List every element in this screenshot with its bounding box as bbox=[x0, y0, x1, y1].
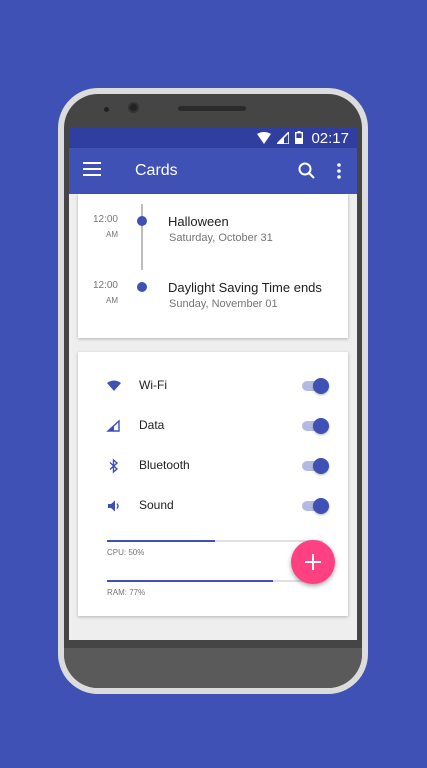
event-date: Saturday, October 31 bbox=[169, 232, 273, 244]
cpu-meter-fill bbox=[107, 540, 215, 542]
toggle-label: Wi-Fi bbox=[139, 378, 167, 392]
bluetooth-switch[interactable] bbox=[302, 458, 329, 474]
toggle-label: Data bbox=[139, 418, 165, 432]
event-item[interactable]: 12:00 AM Halloween Saturday, October 31 bbox=[78, 214, 348, 254]
battery-icon bbox=[295, 131, 303, 144]
switch-knob bbox=[313, 378, 329, 394]
data-switch[interactable] bbox=[302, 418, 329, 434]
toggle-label: Sound bbox=[139, 498, 174, 512]
front-camera bbox=[128, 102, 139, 113]
signal-icon bbox=[277, 131, 289, 144]
switch-knob bbox=[313, 418, 329, 434]
timeline-dot bbox=[137, 282, 147, 292]
wifi-icon bbox=[257, 131, 271, 144]
phone-chin bbox=[64, 648, 362, 688]
page-title: Cards bbox=[135, 162, 178, 179]
sound-switch[interactable] bbox=[302, 498, 329, 514]
add-icon bbox=[305, 554, 321, 570]
ram-meter-fill bbox=[107, 580, 274, 582]
proximity-sensor bbox=[104, 107, 109, 112]
wifi-switch[interactable] bbox=[302, 378, 329, 394]
app-bar: Cards bbox=[69, 148, 357, 194]
toggle-row-wifi[interactable]: Wi-Fi bbox=[78, 372, 348, 402]
toggle-label: Bluetooth bbox=[139, 458, 190, 472]
search-icon[interactable] bbox=[297, 161, 317, 181]
timeline-dot bbox=[137, 216, 147, 226]
signal-icon bbox=[106, 419, 120, 432]
volume-icon bbox=[108, 500, 119, 512]
cpu-meter bbox=[107, 540, 323, 542]
event-date: Sunday, November 01 bbox=[169, 298, 278, 310]
event-time: 12:00 bbox=[92, 280, 118, 291]
bluetooth-icon bbox=[109, 458, 119, 474]
earpiece-speaker bbox=[178, 106, 246, 111]
phone-screen: 02:17 Cards 12:00 AM Halloween Saturday,… bbox=[69, 128, 357, 640]
event-ampm: AM bbox=[106, 230, 118, 239]
event-time: 12:00 bbox=[92, 214, 118, 225]
event-item[interactable]: 12:00 AM Daylight Saving Time ends Sunda… bbox=[78, 280, 348, 320]
status-time: 02:17 bbox=[311, 130, 349, 147]
ram-meter bbox=[107, 580, 323, 582]
add-button[interactable] bbox=[291, 540, 335, 584]
switch-knob bbox=[313, 458, 329, 474]
event-title: Daylight Saving Time ends bbox=[168, 280, 322, 295]
event-title: Halloween bbox=[168, 214, 229, 229]
more-vert-icon[interactable] bbox=[331, 161, 347, 181]
event-ampm: AM bbox=[106, 296, 118, 305]
switch-knob bbox=[313, 498, 329, 514]
events-card: 12:00 AM Halloween Saturday, October 31 … bbox=[78, 194, 348, 338]
toggle-row-bluetooth[interactable]: Bluetooth bbox=[78, 452, 348, 482]
status-bar: 02:17 bbox=[69, 128, 357, 148]
menu-icon[interactable] bbox=[83, 162, 101, 180]
toggle-row-data[interactable]: Data bbox=[78, 412, 348, 442]
toggle-row-sound[interactable]: Sound bbox=[78, 492, 348, 522]
ram-meter-label: RAM: 77% bbox=[107, 588, 146, 597]
wifi-icon bbox=[107, 380, 121, 391]
status-icons bbox=[257, 131, 303, 144]
cpu-meter-label: CPU: 50% bbox=[107, 548, 145, 557]
